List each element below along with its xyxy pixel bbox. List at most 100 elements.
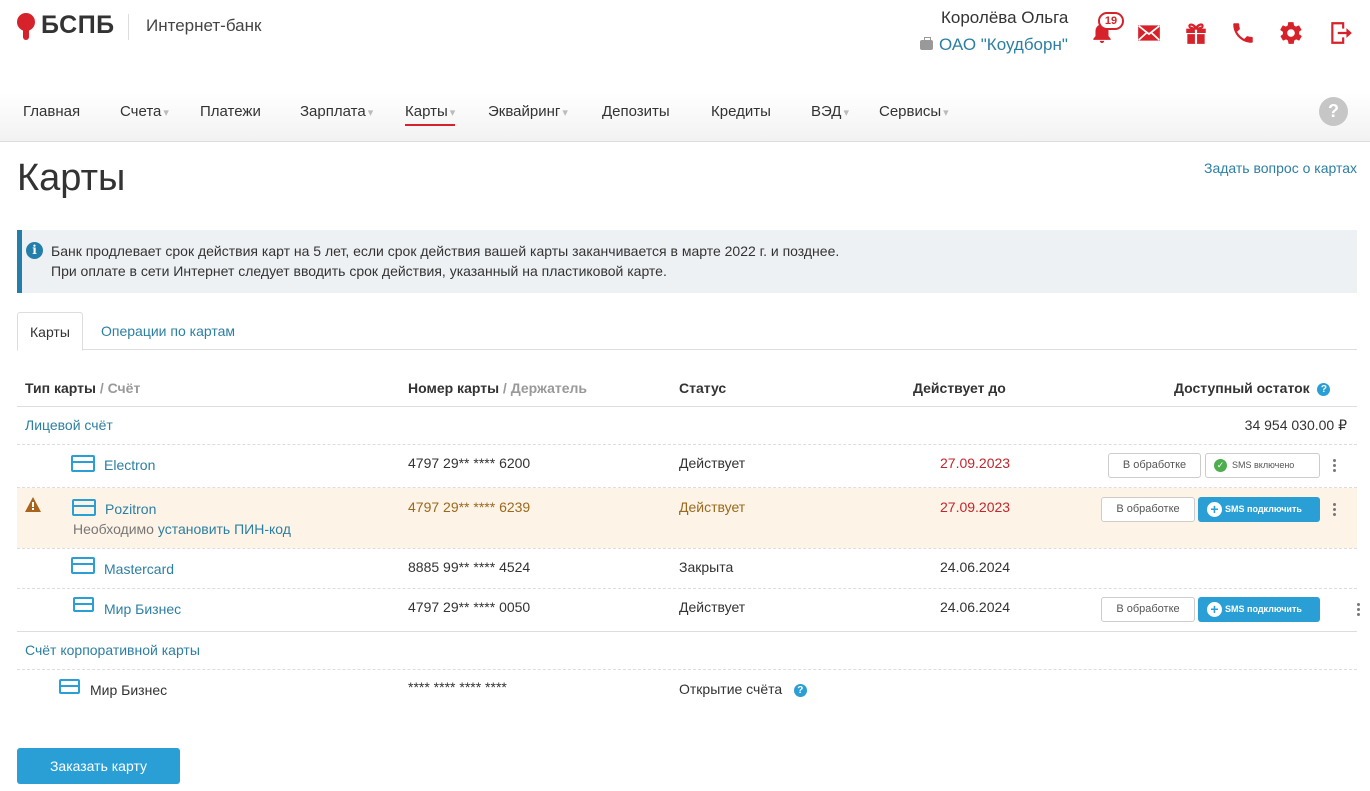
more-menu-icon[interactable]: [1357, 603, 1361, 618]
nav-item-deposits[interactable]: Депозиты: [602, 103, 670, 120]
header-label: Тип карты: [25, 380, 96, 396]
nav-label: Платежи: [200, 103, 261, 120]
chevron-down-icon: ▾: [843, 107, 849, 119]
header-label: Доступный остаток: [1174, 380, 1310, 396]
card-valid-until: 27.09.2023: [940, 499, 1011, 515]
button-label: SMS подключить: [1225, 504, 1302, 514]
plus-icon: +: [1207, 502, 1222, 517]
account-link[interactable]: Лицевой счёт: [25, 417, 113, 433]
divider: [17, 588, 1357, 589]
info-icon: i: [26, 242, 43, 259]
more-menu-icon[interactable]: [1333, 503, 1337, 518]
divider: [17, 406, 1357, 407]
account-link[interactable]: Счёт корпоративной карты: [25, 642, 200, 658]
nav-item-acquiring[interactable]: Эквайринг ▾: [488, 103, 568, 120]
card-icon: [71, 455, 95, 472]
chevron-down-icon: ▾: [562, 107, 568, 119]
divider: [17, 444, 1357, 445]
processing-button[interactable]: В обработке: [1101, 597, 1195, 622]
card-status: Открытие счёта ?: [679, 681, 807, 697]
app-title: Интернет-банк: [146, 16, 262, 35]
nav-item-home[interactable]: Главная: [23, 103, 80, 120]
user-name[interactable]: Королёва Ольга: [941, 8, 1068, 28]
header: БСПБ Интернет-банк Королёва Ольга ОАО "К…: [0, 0, 1370, 92]
set-pin-link[interactable]: установить ПИН-код: [158, 521, 291, 537]
card-icon: [71, 557, 95, 574]
tabs: Карты Операции по картам: [17, 312, 1357, 351]
column-header-status[interactable]: Статус: [679, 380, 726, 396]
card-valid-until: 27.09.2023: [940, 455, 1011, 471]
card-status: Действует: [679, 455, 746, 471]
tab-card-operations[interactable]: Операции по картам: [89, 312, 247, 350]
gear-icon[interactable]: [1277, 20, 1305, 46]
nav-label: Сервисы: [879, 103, 942, 120]
card-icon: [73, 597, 94, 612]
chevron-down-icon: ▾: [943, 107, 949, 119]
card-name-link[interactable]: Мир Бизнес: [104, 601, 181, 617]
sms-connect-button[interactable]: + SMS подключить: [1198, 597, 1320, 622]
nav-item-salary[interactable]: Зарплата ▾: [300, 103, 373, 120]
divider: [17, 548, 1357, 549]
nav-item-accounts[interactable]: Счета ▾: [120, 103, 169, 120]
tab-cards[interactable]: Карты: [17, 312, 83, 351]
divider: [17, 669, 1357, 670]
more-menu-icon[interactable]: [1333, 459, 1337, 474]
divider: [128, 14, 129, 40]
nav-label: ВЭД: [811, 103, 842, 120]
mail-icon[interactable]: [1135, 20, 1163, 46]
bank-logo[interactable]: БСПБ: [16, 11, 115, 40]
column-header-balance[interactable]: Доступный остаток ?: [1174, 380, 1331, 396]
column-header-type[interactable]: Тип карты / Счёт: [25, 380, 140, 396]
nav-item-credits[interactable]: Кредиты: [711, 103, 771, 120]
briefcase-icon: [920, 37, 933, 50]
card-name-link[interactable]: Mastercard: [104, 561, 174, 577]
card-number: **** **** **** ****: [408, 679, 507, 695]
sms-connect-button[interactable]: + SMS подключить: [1198, 497, 1320, 522]
check-icon: ✓: [1214, 459, 1227, 472]
column-header-valid-until[interactable]: Действует до: [913, 380, 1006, 396]
card-valid-until: 24.06.2024: [940, 559, 1011, 575]
info-banner: i Банк продлевает срок действия карт на …: [17, 230, 1357, 293]
sms-enabled-button[interactable]: ✓ SMS включено: [1205, 453, 1320, 478]
header-label: Номер карты: [408, 380, 500, 396]
order-card-button[interactable]: Заказать карту: [17, 748, 180, 784]
organization-name: ОАО "Коудборн": [939, 35, 1068, 54]
nav-item-ved[interactable]: ВЭД ▾: [811, 103, 849, 120]
ask-question-link[interactable]: Задать вопрос о картах: [1204, 160, 1357, 176]
card-valid-until: 24.06.2024: [940, 599, 1011, 615]
help-icon[interactable]: ?: [1319, 97, 1348, 126]
chevron-down-icon: ▾: [449, 107, 456, 119]
phone-icon[interactable]: [1229, 20, 1257, 46]
card-number: 4797 29** **** 6200: [408, 455, 531, 471]
column-header-number[interactable]: Номер карты / Держатель: [408, 380, 587, 396]
nav-item-payments[interactable]: Платежи: [200, 103, 261, 120]
nav-label: Кредиты: [711, 103, 771, 120]
processing-button[interactable]: В обработке: [1101, 497, 1195, 522]
status-text: Открытие счёта: [679, 681, 783, 697]
chevron-down-icon: ▾: [163, 107, 169, 119]
button-label: SMS подключить: [1225, 604, 1302, 614]
help-icon[interactable]: ?: [1317, 383, 1331, 396]
nav-label: Зарплата: [300, 103, 366, 120]
notifications-badge: 19: [1098, 12, 1124, 30]
logout-icon[interactable]: [1327, 20, 1355, 46]
organization-link[interactable]: ОАО "Коудборн": [920, 35, 1068, 55]
nav-label: Депозиты: [602, 103, 670, 120]
processing-button[interactable]: В обработке: [1108, 453, 1201, 478]
help-icon[interactable]: ?: [793, 684, 807, 697]
account-balance: 34 954 030.00 ₽: [1244, 417, 1347, 433]
card-name: Мир Бизнес: [90, 682, 168, 698]
gift-icon[interactable]: [1182, 20, 1210, 46]
info-text-2: При оплате в сети Интернет следует вводи…: [51, 263, 667, 279]
warning-icon: [25, 497, 41, 512]
button-label: SMS включено: [1232, 460, 1295, 470]
card-name-link[interactable]: Pozitron: [105, 501, 156, 517]
divider: [17, 631, 1357, 632]
logo-mark-icon: [16, 12, 36, 40]
card-name-link[interactable]: Electron: [104, 457, 155, 473]
header-sublabel: / Держатель: [499, 380, 588, 396]
nav-item-services[interactable]: Сервисы ▾: [879, 103, 949, 120]
nav-label: Счета: [120, 103, 162, 120]
nav-item-cards[interactable]: Карты ▾: [405, 103, 456, 126]
card-icon: [59, 679, 80, 694]
